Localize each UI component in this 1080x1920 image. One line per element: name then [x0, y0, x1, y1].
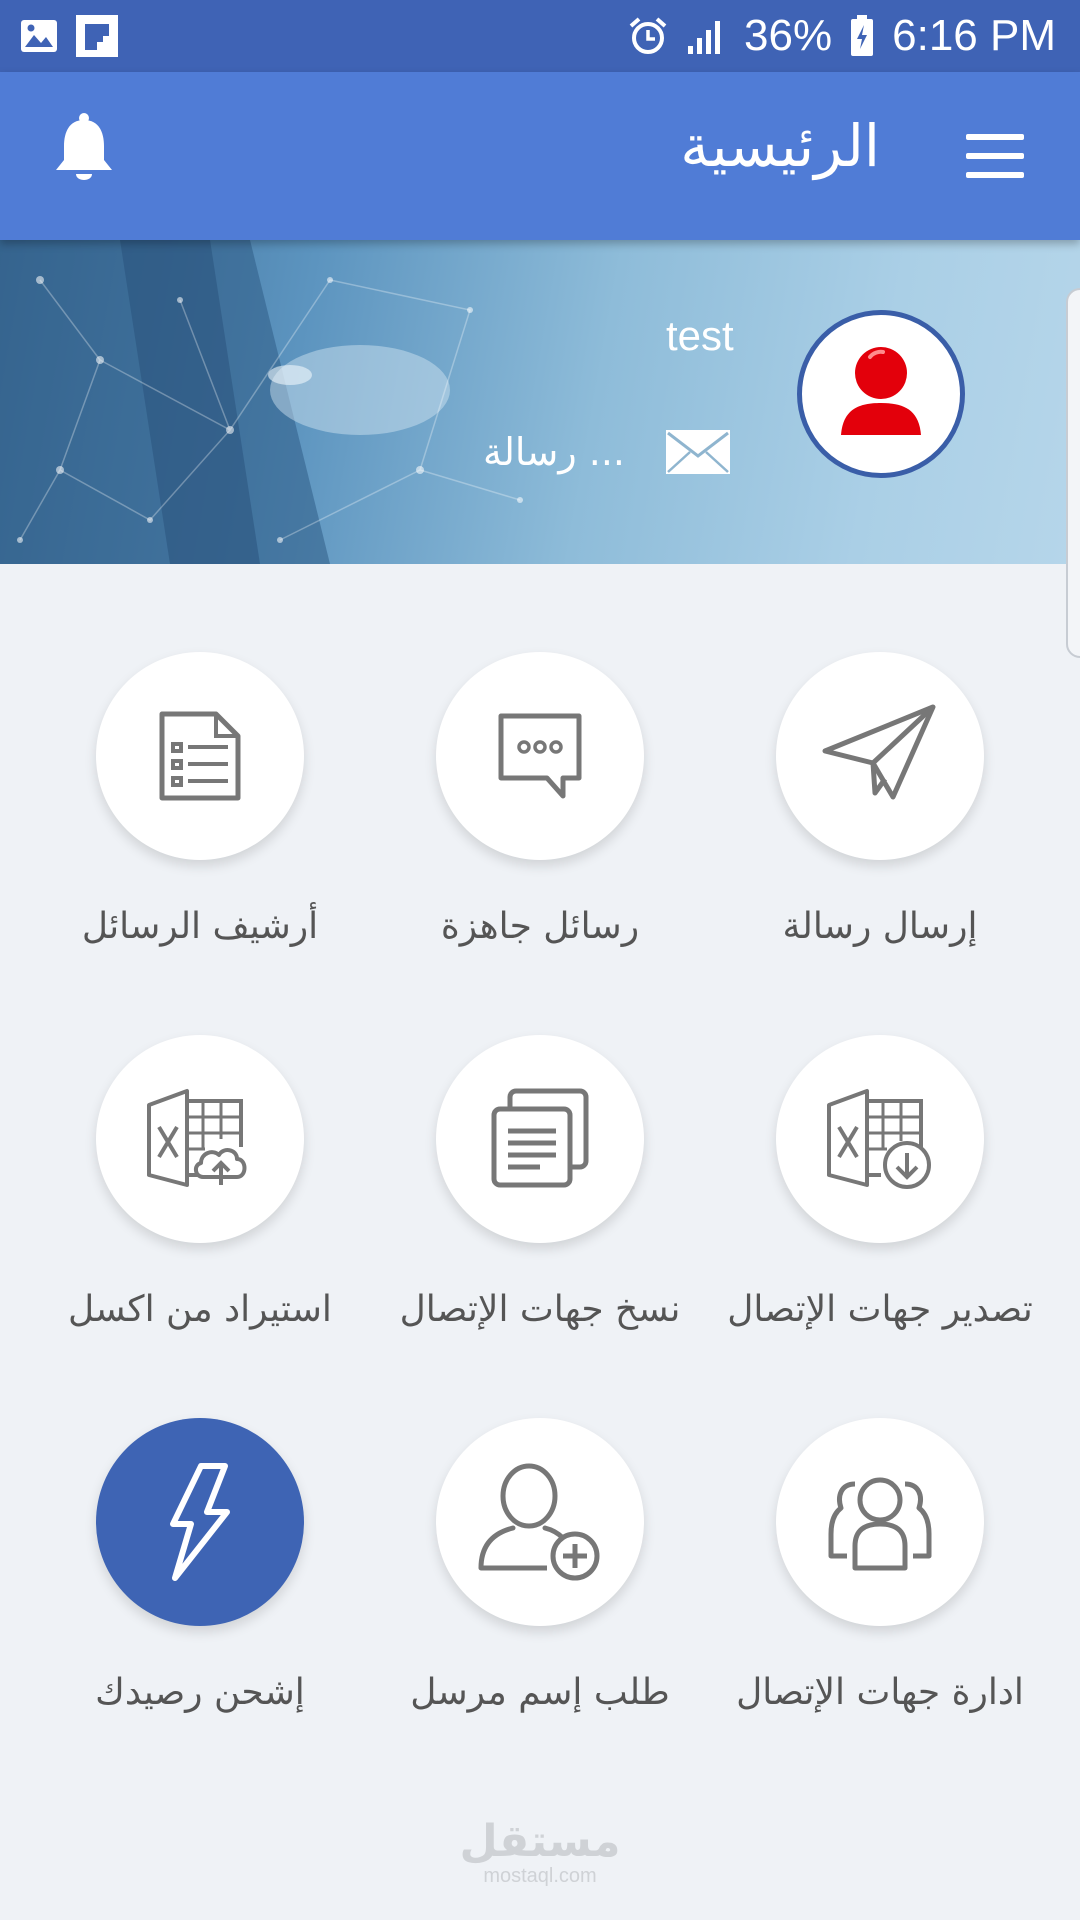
app-bar: الرئيسية [0, 72, 1080, 240]
avatar[interactable] [797, 310, 965, 478]
ready-messages-label: رسائل جاهزة [440, 906, 640, 947]
ready-messages-button[interactable] [436, 652, 644, 860]
battery-percent: 36% [744, 11, 833, 60]
home-screen: 36% 6:16 PM الرئيسية test ... رسالة إرسا… [0, 0, 1080, 1920]
contacts-group-icon [828, 1477, 932, 1571]
side-drawer-handle[interactable] [1066, 288, 1080, 658]
excel-export-icon [827, 1089, 931, 1189]
send-message-tile[interactable]: إرسال رسالة [720, 652, 1040, 947]
import-excel-button[interactable] [96, 1035, 304, 1243]
profile-banner: test ... رسالة [0, 240, 1080, 564]
battery-charging-icon [850, 15, 874, 57]
signal-icon [686, 18, 726, 54]
page-title: الرئيسية [680, 112, 880, 180]
alarm-icon [628, 16, 668, 56]
mostaql-watermark: مستقل mostaql.com [440, 1816, 640, 1887]
chat-bubble-icon [498, 713, 582, 799]
status-bar: 36% 6:16 PM [0, 0, 1080, 72]
messages-archive-button[interactable] [96, 652, 304, 860]
send-message-button[interactable] [776, 652, 984, 860]
status-left-icons [20, 15, 118, 57]
user-name: test [666, 312, 734, 359]
manage-contacts-button[interactable] [776, 1418, 984, 1626]
watermark-latin: mostaql.com [483, 1865, 597, 1887]
request-sender-name-button[interactable] [436, 1418, 644, 1626]
recharge-balance-tile[interactable]: إشحن رصيدك [40, 1418, 360, 1713]
copy-contacts-button[interactable] [436, 1035, 644, 1243]
send-icon [822, 704, 936, 800]
mail-icon[interactable] [664, 428, 732, 480]
export-contacts-label: تصدير جهات الإتصال [727, 1289, 1033, 1330]
menu-icon[interactable] [966, 134, 1024, 178]
import-excel-tile[interactable]: استيراد من اكسل [40, 1035, 360, 1330]
copy-contacts-tile[interactable]: نسخ جهات الإتصال [380, 1035, 700, 1330]
send-message-label: إرسال رسالة [782, 906, 978, 947]
bell-icon[interactable] [50, 112, 118, 186]
add-user-icon [478, 1463, 600, 1581]
document-list-icon [159, 711, 241, 801]
import-excel-label: استيراد من اكسل [68, 1289, 332, 1330]
excel-import-icon [147, 1089, 247, 1187]
request-sender-name-label: طلب إسم مرسل [410, 1672, 670, 1713]
gallery-icon [20, 19, 58, 53]
messages-archive-tile[interactable]: أرشيف الرسائل [40, 652, 360, 947]
manage-contacts-label: ادارة جهات الإتصال [736, 1672, 1024, 1713]
lightning-icon [170, 1463, 230, 1581]
copy-contacts-label: نسخ جهات الإتصال [399, 1289, 681, 1330]
watermark-arabic: مستقل [459, 1816, 621, 1867]
request-sender-name-tile[interactable]: طلب إسم مرسل [380, 1418, 700, 1713]
messages-count[interactable]: ... رسالة [483, 430, 625, 474]
user-avatar-icon [841, 347, 921, 435]
export-contacts-tile[interactable]: تصدير جهات الإتصال [720, 1035, 1040, 1330]
manage-contacts-tile[interactable]: ادارة جهات الإتصال [720, 1418, 1040, 1713]
recharge-balance-label: إشحن رصيدك [95, 1672, 305, 1713]
messages-archive-label: أرشيف الرسائل [81, 906, 319, 947]
export-contacts-button[interactable] [776, 1035, 984, 1243]
recharge-balance-button[interactable] [96, 1418, 304, 1626]
ready-messages-tile[interactable]: رسائل جاهزة [380, 652, 700, 947]
flipboard-icon [76, 15, 118, 57]
status-right-icons: 36% 6:16 PM [628, 11, 1056, 61]
copy-icon [491, 1088, 589, 1188]
clock: 6:16 PM [892, 11, 1056, 60]
